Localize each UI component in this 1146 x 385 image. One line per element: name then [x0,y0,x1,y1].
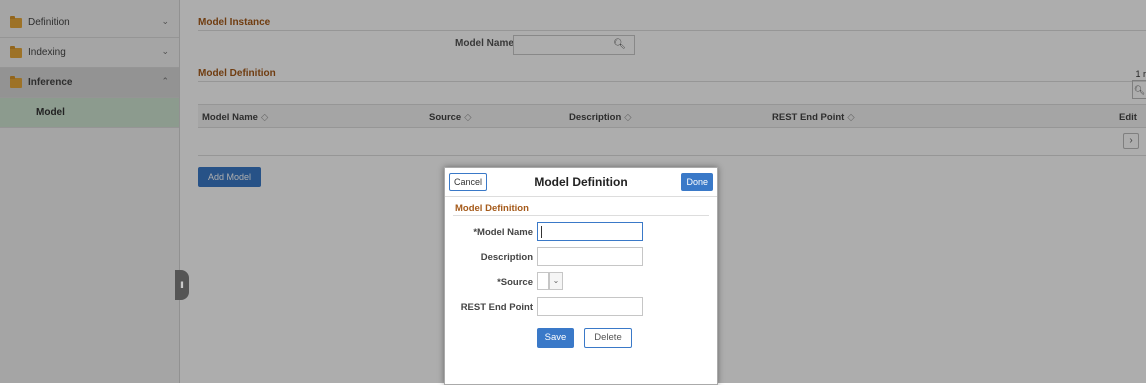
chevron-down-icon: ⌄ [161,46,169,56]
description-field[interactable] [537,247,643,266]
add-model-button[interactable]: Add Model [198,167,261,187]
model-name-label: Model Name [455,38,514,49]
description-field-label: Description [480,252,533,263]
model-definition-title: Model Definition [198,68,276,79]
modal-header: Cancel Model Definition Done [445,168,717,197]
model-name-field-label: *Model Name [473,227,533,238]
pause-icon: ‖ [180,280,184,290]
model-instance-title: Model Instance [198,17,271,28]
edit-row-button[interactable]: › [1123,133,1139,149]
sidebar-item-label: Inference [28,77,73,88]
sort-icon[interactable]: ◇ [847,112,854,123]
sort-icon[interactable]: ◇ [261,112,268,123]
sidebar-item-inference[interactable]: Inference ⌃ [0,68,179,98]
column-header-edit: Edit [1119,112,1137,123]
folder-icon [10,45,22,58]
source-field-label: *Source [497,277,533,288]
model-name-field[interactable] [537,222,643,241]
save-button[interactable]: Save [537,328,574,348]
grid-header: Model Name ◇ Source ◇ Description ◇ REST En… [198,104,1146,128]
delete-button[interactable]: Delete [584,328,632,348]
folder-icon [10,75,22,88]
grid-search-icon[interactable]: 🔍︎ [1132,80,1146,99]
sort-icon[interactable]: ◇ [624,112,631,123]
model-definition-modal: Cancel Model Definition Done Model Defin… [444,167,718,385]
sidebar-item-definition[interactable]: Definition ⌄ [0,8,179,38]
rest-end-point-field-label: REST End Point [460,302,533,313]
table-row: › [198,128,1146,156]
column-header-source[interactable]: Source ◇ [429,112,472,123]
rest-end-point-field[interactable] [537,297,643,316]
chevron-up-icon: ⌃ [161,76,169,86]
sort-icon[interactable]: ◇ [464,112,471,123]
column-header-model-name[interactable]: Model Name ◇ [202,112,268,123]
text-caret [541,226,542,238]
sidebar-item-label: Model [36,107,65,118]
column-header-description[interactable]: Description ◇ [569,112,632,123]
divider [198,81,1146,82]
column-header-rest-end-point[interactable]: REST End Point ◇ [772,112,855,123]
sidebar: Definition ⌄ Indexing ⌄ Inference ⌃ Mode… [0,0,180,383]
modal-section-title: Model Definition [455,203,529,214]
sidebar-item-indexing[interactable]: Indexing ⌄ [0,38,179,68]
source-select[interactable] [537,272,549,290]
chevron-down-icon: ⌄ [161,16,169,26]
folder-icon [10,15,22,28]
rows-count: 1 r [1135,69,1146,79]
sidebar-item-label: Indexing [28,47,66,58]
modal-title: Model Definition [534,175,628,189]
done-button[interactable]: Done [681,173,713,191]
divider [453,215,709,216]
search-icon[interactable]: 🔍︎ [613,39,626,50]
model-name-search-input[interactable]: 🔍︎ [513,35,635,55]
collapse-sidebar-handle[interactable]: ‖ [175,270,189,300]
sidebar-item-label: Definition [28,17,70,28]
sidebar-item-model[interactable]: Model [0,98,179,128]
chevron-down-icon[interactable]: ⌄ [549,272,563,290]
divider [198,30,1146,31]
